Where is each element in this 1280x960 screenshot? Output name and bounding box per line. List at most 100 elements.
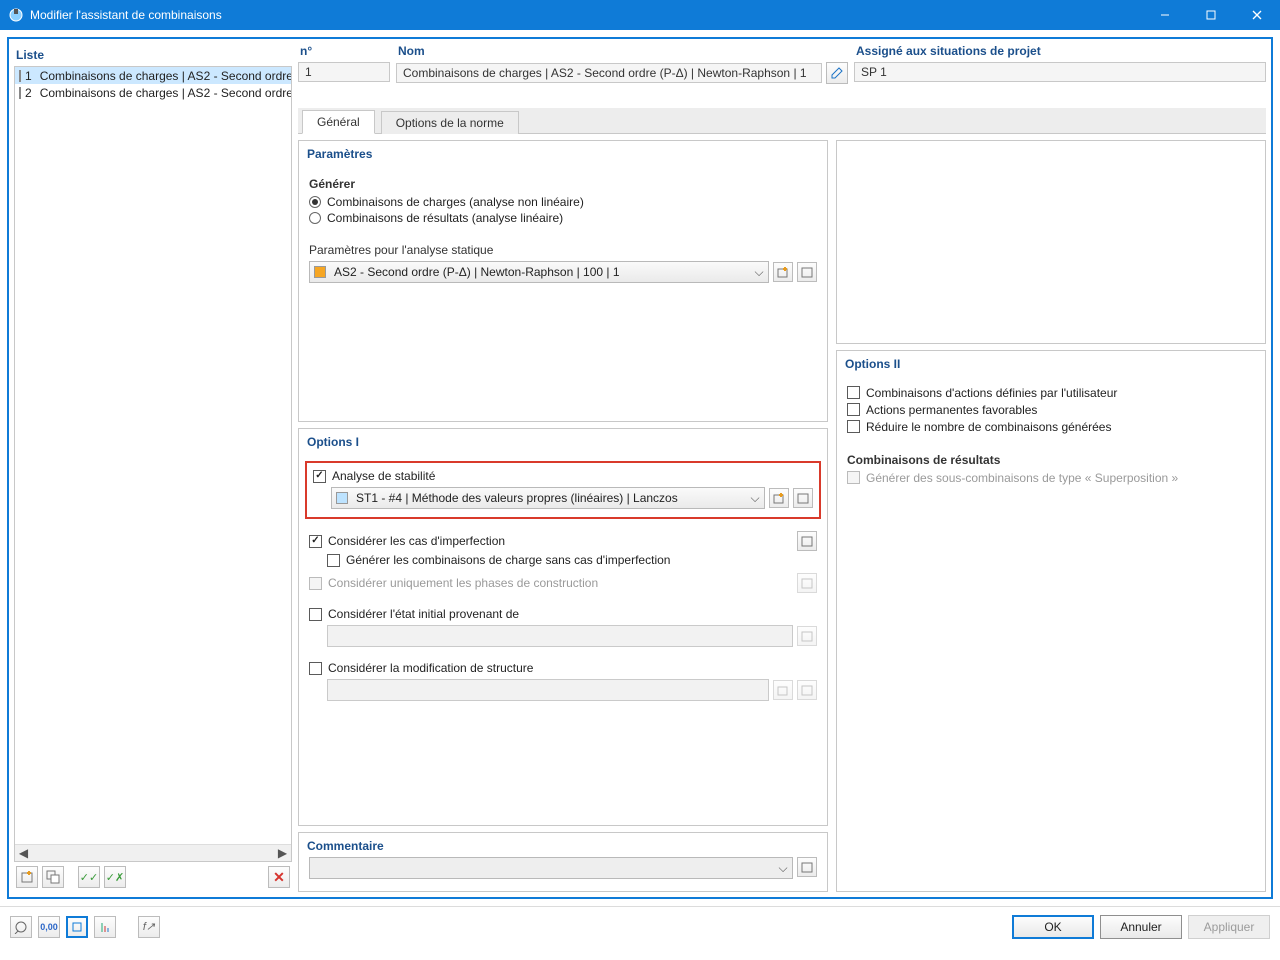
edit-construction-button[interactable] (797, 573, 817, 593)
checkbox-label: Générer des sous-combinaisons de type « … (866, 471, 1178, 485)
footer-bar: 0,00 f↗ OK Annuler Appliquer (0, 906, 1280, 946)
edit-stability-button[interactable] (793, 488, 813, 508)
assigned-field[interactable]: SP 1 (854, 62, 1266, 82)
mode2-button[interactable] (94, 916, 116, 938)
color-swatch-icon (19, 70, 21, 82)
wizard-icon-button[interactable] (10, 916, 32, 938)
units-button[interactable]: 0,00 (38, 916, 60, 938)
tab-general[interactable]: Général (302, 110, 375, 134)
comment-combo[interactable]: ⌵ (309, 857, 793, 879)
comment-title: Commentaire (299, 833, 827, 857)
edit-initial-state-button[interactable] (797, 626, 817, 646)
new-structure-mod-button[interactable] (773, 680, 793, 700)
minimize-button[interactable] (1142, 0, 1188, 30)
checkbox-icon (313, 470, 326, 483)
edit-static-button[interactable] (797, 262, 817, 282)
list-item-label: Combinaisons de charges | AS2 - Second o… (40, 69, 292, 83)
checkbox-icon (847, 471, 860, 484)
generate-without-imperfection-checkbox[interactable]: Générer les combinaisons de charge sans … (327, 553, 817, 567)
cancel-button[interactable]: Annuler (1100, 915, 1182, 939)
maximize-button[interactable] (1188, 0, 1234, 30)
tab-standard-options[interactable]: Options de la norme (381, 111, 519, 134)
list-item[interactable]: 2 Combinaisons de charges | AS2 - Second… (15, 84, 291, 101)
copy-item-button[interactable] (42, 866, 64, 888)
name-field[interactable]: Combinaisons de charges | AS2 - Second o… (396, 63, 822, 83)
combo-value: ST1 - #4 | Méthode des valeurs propres (… (352, 491, 746, 505)
checkbox-label: Combinaisons d'actions définies par l'ut… (866, 386, 1117, 400)
horizontal-scrollbar[interactable]: ◀ ▶ (15, 844, 291, 861)
uncheck-all-button[interactable]: ✓✗ (104, 866, 126, 888)
radio-nonlinear[interactable]: Combinaisons de charges (analyse non lin… (309, 195, 817, 209)
apply-button: Appliquer (1188, 915, 1270, 939)
checkbox-label: Générer les combinaisons de charge sans … (346, 553, 670, 567)
list-item-num: 2 (25, 86, 36, 100)
edit-imperfection-button[interactable] (797, 531, 817, 551)
scroll-right-icon[interactable]: ▶ (274, 845, 291, 862)
checkbox-label: Analyse de stabilité (332, 469, 435, 483)
generate-label: Générer (309, 177, 817, 191)
mode1-button[interactable] (66, 916, 88, 938)
subcombinations-checkbox: Générer des sous-combinaisons de type « … (847, 471, 1255, 485)
checkbox-icon (309, 535, 322, 548)
stability-checkbox[interactable]: Analyse de stabilité (313, 469, 813, 483)
structure-modification-combo (327, 679, 769, 701)
radio-icon (309, 212, 321, 224)
checkbox-label: Considérer les cas d'imperfection (328, 534, 505, 548)
window-title: Modifier l'assistant de combinaisons (30, 8, 1142, 22)
checkbox-icon (327, 554, 340, 567)
edit-structure-mod-button[interactable] (797, 680, 817, 700)
number-field[interactable]: 1 (298, 62, 390, 82)
new-item-button[interactable] (16, 866, 38, 888)
list-toolbar: ✓✓ ✓✗ ✕ (14, 862, 292, 892)
stability-combo[interactable]: ST1 - #4 | Méthode des valeurs propres (… (331, 487, 765, 509)
imperfection-checkbox[interactable]: Considérer les cas d'imperfection (309, 534, 793, 548)
dialog-body: Liste 1 Combinaisons de charges | AS2 - … (7, 37, 1273, 899)
combo-value: AS2 - Second ordre (P-Δ) | Newton-Raphso… (330, 265, 750, 279)
checkbox-icon (309, 577, 322, 590)
static-params-label: Paramètres pour l'analyse statique (309, 243, 817, 257)
name-label: Nom (396, 44, 848, 62)
list-box[interactable]: 1 Combinaisons de charges | AS2 - Second… (14, 66, 292, 862)
radio-linear[interactable]: Combinaisons de résultats (analyse linéa… (309, 211, 817, 225)
list-header: Liste (14, 44, 292, 66)
new-static-button[interactable] (773, 262, 793, 282)
checkbox-label: Considérer la modification de structure (328, 661, 533, 675)
edit-name-button[interactable] (826, 62, 848, 84)
delete-item-button[interactable]: ✕ (268, 866, 290, 888)
checkbox-label: Actions permanentes favorables (866, 403, 1037, 417)
ok-button[interactable]: OK (1012, 915, 1094, 939)
color-swatch-icon (314, 266, 326, 278)
structure-modification-checkbox[interactable]: Considérer la modification de structure (309, 661, 817, 675)
checkbox-icon (309, 608, 322, 621)
radio-icon (309, 196, 321, 208)
user-defined-combinations-checkbox[interactable]: Combinaisons d'actions définies par l'ut… (847, 386, 1255, 400)
radio-label: Combinaisons de charges (analyse non lin… (327, 195, 584, 209)
list-item[interactable]: 1 Combinaisons de charges | AS2 - Second… (15, 67, 291, 84)
tab-bar: Général Options de la norme (298, 108, 1266, 134)
initial-state-combo (327, 625, 793, 647)
new-stability-button[interactable] (769, 488, 789, 508)
radio-label: Combinaisons de résultats (analyse linéa… (327, 211, 563, 225)
static-analysis-combo[interactable]: AS2 - Second ordre (P-Δ) | Newton-Raphso… (309, 261, 769, 283)
chevron-down-icon: ⌵ (746, 491, 764, 506)
checkbox-label: Considérer uniquement les phases de cons… (328, 576, 598, 590)
close-button[interactable] (1234, 0, 1280, 30)
window-controls (1142, 0, 1280, 30)
initial-state-checkbox[interactable]: Considérer l'état initial provenant de (309, 607, 817, 621)
edit-comment-button[interactable] (797, 857, 817, 877)
assigned-label: Assigné aux situations de projet (854, 44, 1266, 62)
check-all-button[interactable]: ✓✓ (78, 866, 100, 888)
checkbox-icon (309, 662, 322, 675)
reduce-combinations-checkbox[interactable]: Réduire le nombre de combinaisons généré… (847, 420, 1255, 434)
options1-title: Options I (299, 429, 827, 453)
favorable-permanent-checkbox[interactable]: Actions permanentes favorables (847, 403, 1255, 417)
checkbox-label: Considérer l'état initial provenant de (328, 607, 519, 621)
chevron-down-icon: ⌵ (774, 861, 792, 876)
scroll-track[interactable] (32, 845, 274, 861)
options2-title: Options II (837, 351, 1265, 375)
result-combinations-title: Combinaisons de résultats (847, 453, 1255, 467)
color-swatch-icon (19, 87, 21, 99)
scroll-left-icon[interactable]: ◀ (15, 845, 32, 862)
function-button[interactable]: f↗ (138, 916, 160, 938)
chevron-down-icon: ⌵ (750, 265, 768, 280)
